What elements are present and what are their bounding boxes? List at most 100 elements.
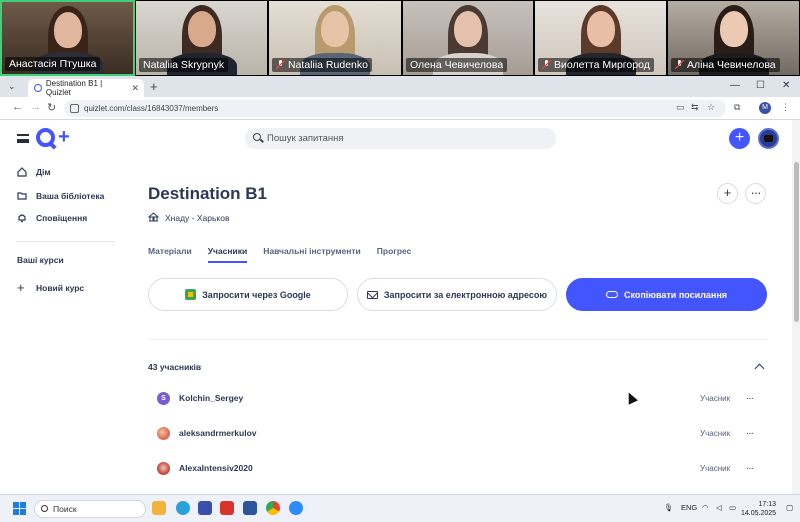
browser-tab-bar: ⌄ Destination B1 | Quizlet ✕ + — ☐ ✕ — [0, 76, 800, 97]
save-app-icon[interactable] — [198, 501, 212, 515]
link-icon — [605, 291, 618, 298]
browser-tab[interactable]: Destination B1 | Quizlet ✕ — [28, 79, 144, 97]
participant-name: Олена Чевичелова — [406, 58, 508, 72]
word-icon[interactable] — [243, 501, 257, 515]
member-name: aleksandrmerkulov — [179, 428, 257, 438]
sidebar-item-library[interactable]: Ваша бібліотека — [17, 191, 104, 201]
tab-materials[interactable]: Матеріали — [148, 246, 192, 263]
chrome-icon[interactable] — [266, 501, 280, 515]
quizlet-favicon-icon — [34, 84, 42, 92]
participant-tile[interactable]: Анастасія Птушка — [0, 0, 135, 76]
close-tab-icon[interactable]: ✕ — [131, 83, 139, 94]
reload-icon[interactable]: ↻ — [47, 101, 56, 114]
sidebar-divider — [17, 241, 115, 242]
list-item[interactable]: AlexaIntensiv2020 Учасник ··· — [148, 457, 767, 479]
participant-tile[interactable]: Nataliia Rudenko — [268, 0, 402, 76]
mail-icon — [366, 290, 378, 299]
profile-icon[interactable]: M — [759, 102, 771, 114]
home-icon — [17, 167, 27, 177]
windows-taskbar: Поиск 🎙 ENG ◠ ◁ ▭ 17:13 14.05.2025 ▢ — [0, 494, 800, 522]
screen: Анастасія Птушка Nataliia Skrypnyk Natal… — [0, 0, 800, 522]
search-icon — [41, 505, 48, 512]
member-role: Учасник — [700, 463, 731, 473]
notifications-icon[interactable]: ▢ — [786, 503, 793, 512]
bookmark-star-icon[interactable]: ☆ — [707, 102, 715, 113]
more-icon[interactable]: ··· — [746, 463, 754, 474]
invite-email-button[interactable]: Запросити за електронною адресою — [357, 278, 557, 311]
scrollbar-thumb[interactable] — [794, 162, 799, 322]
sidebar-item-home[interactable]: Дім — [17, 167, 51, 177]
new-course-button[interactable]: + Новий курс — [17, 280, 84, 295]
scrollbar[interactable] — [792, 120, 800, 494]
extensions-icon[interactable]: ⧉ — [734, 102, 740, 113]
google-classroom-icon — [185, 289, 197, 300]
taskbar-clock[interactable]: 17:13 14.05.2025 — [741, 500, 776, 518]
quizlet-q-icon — [36, 128, 55, 147]
close-window-icon[interactable]: ✕ — [782, 80, 790, 91]
members-count: 43 учасників — [148, 362, 202, 372]
add-button[interactable]: + — [717, 183, 738, 204]
list-item[interactable]: S Kolchin_Sergey Учасник ··· — [148, 387, 767, 409]
school-label: Хнаду - Харьков — [147, 212, 229, 224]
telegram-icon[interactable] — [176, 501, 190, 515]
windows-start-icon[interactable] — [13, 502, 26, 515]
url-field[interactable]: quizlet.com/class/16843037/members — [64, 100, 726, 117]
forward-icon[interactable]: → — [30, 101, 41, 113]
browser-menu-icon[interactable]: ⋮ — [781, 102, 790, 113]
more-options-button[interactable]: ··· — [745, 183, 766, 204]
cast-icon[interactable]: ▭ — [676, 102, 685, 113]
tab-members[interactable]: Учасники — [207, 246, 248, 263]
new-tab-icon[interactable]: + — [150, 79, 158, 94]
avatar — [157, 426, 170, 440]
participant-name: Аліна Чевичелова — [671, 58, 780, 72]
participant-name: Nataliia Skrypnyk — [139, 58, 229, 72]
participant-tile[interactable]: Nataliia Skrypnyk — [135, 0, 268, 76]
mic-off-icon — [275, 59, 286, 70]
avatar — [157, 461, 170, 475]
courses-heading: Ваші курси — [17, 255, 64, 265]
list-item[interactable]: aleksandrmerkulov Учасник ··· — [148, 422, 767, 444]
wifi-icon[interactable]: ◠ — [702, 503, 709, 512]
tab-progress[interactable]: Прогрес — [377, 246, 412, 263]
plus-logo-icon: + — [58, 126, 70, 148]
tab-title: Destination B1 | Quizlet — [45, 79, 103, 97]
taskbar-search-input[interactable]: Поиск — [34, 500, 146, 518]
more-icon[interactable]: ··· — [746, 428, 754, 439]
participant-tile[interactable]: Виолетта Миргород — [534, 0, 667, 76]
tab-study-tools[interactable]: Навчальні інструменти — [263, 246, 361, 263]
more-icon[interactable]: ··· — [746, 393, 754, 404]
search-input[interactable]: Пошук запитання — [245, 128, 556, 149]
copy-link-button[interactable]: Скопіювати посилання — [566, 278, 767, 311]
volume-icon[interactable]: ◁ — [716, 503, 722, 512]
bell-icon — [17, 213, 27, 223]
quizlet-page: + Пошук запитання + Дім Ваша бібліотека … — [0, 120, 800, 494]
site-info-icon[interactable] — [70, 104, 79, 113]
participant-tile[interactable]: Олена Чевичелова — [402, 0, 534, 76]
chevron-up-icon[interactable] — [754, 363, 765, 374]
sidebar-item-notifications[interactable]: Сповіщення — [17, 213, 87, 223]
microphone-icon[interactable]: 🎙 — [664, 503, 674, 512]
minimize-icon[interactable]: — — [730, 80, 740, 91]
user-avatar[interactable] — [758, 128, 779, 149]
file-explorer-icon[interactable] — [152, 501, 166, 515]
participant-tile[interactable]: Аліна Чевичелова — [667, 0, 800, 76]
battery-icon[interactable]: ▭ — [729, 503, 736, 512]
pdf-reader-icon[interactable] — [220, 501, 234, 515]
class-tabs: Матеріали Учасники Навчальні інструменти… — [148, 246, 411, 263]
maximize-icon[interactable]: ☐ — [756, 80, 765, 91]
member-role: Учасник — [700, 428, 731, 438]
plus-icon: + — [17, 280, 25, 295]
translate-icon[interactable]: ⇆ — [691, 102, 699, 113]
member-name: Kolchin_Sergey — [179, 393, 244, 403]
tab-search-icon[interactable]: ⌄ — [8, 81, 16, 92]
member-role: Учасник — [700, 393, 731, 403]
invite-google-button[interactable]: Запросити через Google — [148, 278, 348, 311]
language-indicator[interactable]: ENG — [681, 503, 697, 512]
create-button[interactable]: + — [729, 128, 750, 149]
section-divider — [148, 339, 767, 340]
menu-icon[interactable] — [17, 134, 29, 143]
search-icon — [253, 133, 261, 141]
back-icon[interactable]: ← — [12, 101, 23, 113]
zoom-icon[interactable] — [289, 501, 303, 515]
quizlet-logo[interactable]: + — [36, 126, 70, 148]
